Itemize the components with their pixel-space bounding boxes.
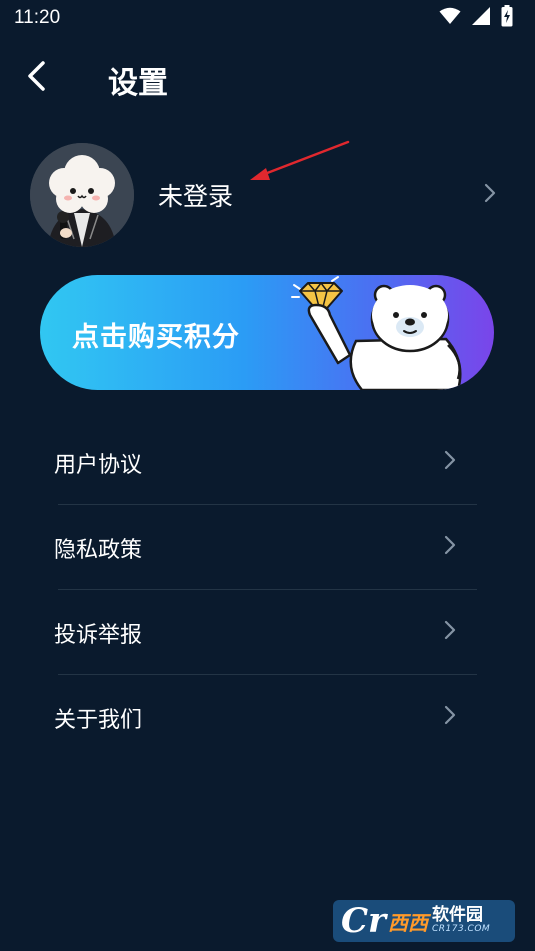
menu-item-label: 用户协议 [54, 452, 143, 478]
buy-points-banner[interactable]: 点击购买积分 [40, 275, 494, 390]
header: 设置 [0, 50, 535, 110]
menu-item-user-agreement[interactable]: 用户协议 [0, 420, 535, 505]
chevron-right-icon [444, 535, 456, 559]
polar-bear-diamond-icon [288, 275, 478, 390]
watermark-mid: 西西 [387, 910, 428, 935]
status-icons [439, 5, 513, 31]
watermark-sub: CR173.COM [431, 924, 491, 935]
status-bar: 11:20 [0, 0, 535, 36]
watermark-main: 软件园 [431, 905, 483, 926]
chevron-left-icon [26, 60, 46, 96]
menu-item-privacy-policy[interactable]: 隐私政策 [0, 505, 535, 590]
menu-item-label: 隐私政策 [54, 537, 143, 563]
avatar[interactable] [30, 143, 134, 247]
settings-menu: 用户协议 隐私政策 投诉举报 关于我们 [0, 420, 535, 760]
chevron-right-icon [484, 183, 496, 207]
menu-item-about-us[interactable]: 关于我们 [0, 675, 535, 760]
menu-item-label: 关于我们 [54, 707, 143, 733]
wifi-icon [439, 7, 461, 29]
signal-icon [471, 6, 491, 30]
menu-item-label: 投诉举报 [54, 622, 143, 648]
chevron-right-icon [444, 705, 456, 729]
watermark-logo: Cr 西西 软件园 CR173.COM [333, 900, 515, 942]
buy-points-label: 点击购买积分 [72, 322, 240, 353]
back-button[interactable] [14, 56, 58, 100]
chevron-right-icon [444, 620, 456, 644]
watermark-letter: Cr [341, 901, 386, 941]
menu-item-complaint-report[interactable]: 投诉举报 [0, 590, 535, 675]
chevron-right-icon [444, 450, 456, 474]
annotation-arrow-icon [240, 138, 355, 192]
status-time: 11:20 [14, 7, 61, 28]
page-title: 设置 [108, 66, 168, 101]
battery-charging-icon [501, 5, 513, 31]
